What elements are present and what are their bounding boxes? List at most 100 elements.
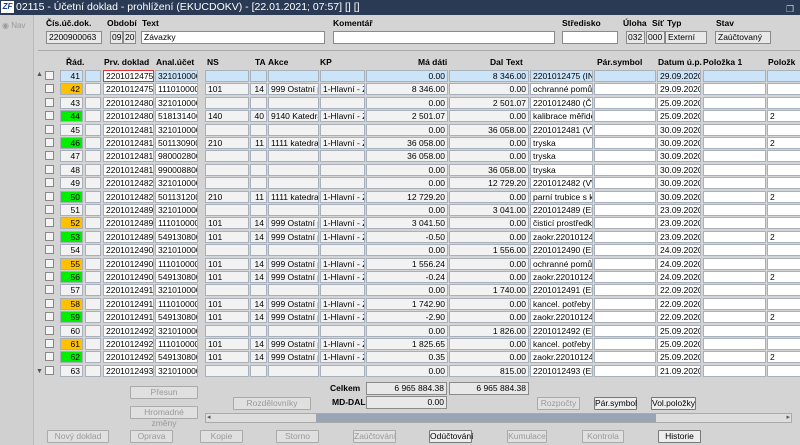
text-field[interactable]: Závazky: [141, 31, 325, 44]
grid-cell[interactable]: 2: [767, 110, 800, 123]
column-header[interactable]: Anal.účet: [156, 57, 194, 67]
grid-cell[interactable]: [594, 96, 656, 109]
grid-cell[interactable]: -2.90: [366, 311, 448, 324]
grid-cell[interactable]: 1-Hlavní - Zá: [320, 297, 365, 310]
grid-cell[interactable]: 49: [60, 177, 83, 190]
row-status-cell[interactable]: [85, 244, 101, 257]
row-checkbox[interactable]: [45, 231, 54, 241]
grid-cell[interactable]: 61: [60, 338, 83, 350]
grid-cell[interactable]: [250, 70, 267, 82]
row-status-cell[interactable]: [85, 70, 101, 82]
row-status-cell[interactable]: [85, 190, 101, 203]
grid-cell[interactable]: 2201012492: [103, 351, 154, 364]
grid-cell[interactable]: 24.09.2020: [657, 257, 701, 270]
grid-cell[interactable]: zaokr.220101249: [530, 271, 593, 283]
grid-cell[interactable]: [205, 204, 249, 216]
grid-cell[interactable]: 815.00: [449, 364, 529, 377]
grid-cell[interactable]: 111010000: [155, 257, 198, 270]
grid-cell[interactable]: [594, 163, 656, 176]
grid-cell[interactable]: 59: [60, 311, 83, 324]
grid-cell[interactable]: [594, 297, 656, 310]
grid-cell[interactable]: [594, 217, 656, 230]
row-status-cell[interactable]: [85, 163, 101, 176]
grid-cell[interactable]: -0.24: [366, 271, 448, 283]
grid-cell[interactable]: 14: [250, 217, 267, 230]
grid-cell[interactable]: 2201012492: [103, 338, 154, 350]
cis-field[interactable]: 2200900063: [46, 31, 102, 44]
grid-cell[interactable]: 2201012489: [103, 230, 154, 243]
scroll-right-icon[interactable]: ▸: [786, 413, 790, 421]
grid-cell[interactable]: 111010000: [155, 217, 198, 230]
grid-cell[interactable]: 22.09.2020: [657, 311, 701, 324]
grid-cell[interactable]: 25.09.2020: [657, 351, 701, 364]
restore-icon[interactable]: ❐: [786, 2, 796, 14]
grid-cell[interactable]: 999 Ostatní pr: [268, 297, 319, 310]
column-header[interactable]: Dal: [490, 57, 503, 67]
grid-cell[interactable]: 999 Ostatní pr: [268, 338, 319, 350]
grid-cell[interactable]: 48: [60, 163, 83, 176]
grid-cell[interactable]: [320, 324, 365, 337]
grid-cell[interactable]: 2201012490: [103, 244, 154, 257]
grid-cell[interactable]: [250, 324, 267, 337]
grid-cell[interactable]: 321010000: [155, 364, 198, 377]
row-checkbox[interactable]: [45, 218, 54, 228]
grid-cell[interactable]: 980002800: [155, 150, 198, 163]
grid-cell[interactable]: 30.09.2020: [657, 137, 701, 149]
grid-cell[interactable]: [320, 70, 365, 82]
grid-cell[interactable]: [320, 364, 365, 377]
grid-cell[interactable]: 54: [60, 244, 83, 257]
grid-cell[interactable]: 2201012493: [103, 364, 154, 377]
grid-cell[interactable]: 0.00: [366, 96, 448, 109]
grid-cell[interactable]: 30.09.2020: [657, 177, 701, 190]
historie-button[interactable]: Historie: [658, 430, 701, 443]
stav-field[interactable]: Zaúčtovaný: [715, 31, 771, 44]
grid-cell[interactable]: 0.00: [449, 150, 529, 163]
grid-cell[interactable]: 1-Hlavní - Zá: [320, 110, 365, 123]
grid-cell[interactable]: [703, 177, 766, 190]
obdobi-year-field[interactable]: 20: [123, 31, 136, 44]
table-row[interactable]: 62 2201012492549130800 10114999 Ostatní pr…: [0, 351, 800, 364]
table-row[interactable]: 56 2201012490549130800 10114999 Ostatní pr…: [0, 271, 800, 284]
grid-cell[interactable]: 1-Hlavní - Zá: [320, 351, 365, 364]
row-checkbox[interactable]: [45, 352, 54, 362]
grid-cell[interactable]: 0.00: [366, 284, 448, 297]
grid-cell[interactable]: 0.00: [366, 204, 448, 216]
grid-cell[interactable]: [703, 271, 766, 283]
obdobi-month-field[interactable]: 09: [110, 31, 123, 44]
grid-cell[interactable]: 25.09.2020: [657, 324, 701, 337]
grid-cell[interactable]: [268, 123, 319, 136]
grid-cell[interactable]: [703, 163, 766, 176]
grid-cell[interactable]: [268, 324, 319, 337]
grid-cell[interactable]: tryska: [530, 163, 593, 176]
grid-cell[interactable]: 0.00: [449, 137, 529, 149]
grid-cell[interactable]: 101: [205, 83, 249, 96]
grid-cell[interactable]: [594, 230, 656, 243]
grid-cell[interactable]: čisticí prostředky-: [530, 217, 593, 230]
table-row[interactable]: 47 2201012481 980002800 36 058.00 0.00 tryska…: [0, 150, 800, 163]
column-header[interactable]: NS: [207, 57, 219, 67]
grid-cell[interactable]: 2: [767, 311, 800, 324]
grid-cell[interactable]: kancel. potřeby -: [530, 297, 593, 310]
grid-cell[interactable]: 36 058.00: [449, 123, 529, 136]
column-header[interactable]: KP: [320, 57, 332, 67]
grid-cell[interactable]: 2201012492: [103, 324, 154, 337]
grid-cell[interactable]: [767, 297, 800, 310]
grid-cell[interactable]: [594, 324, 656, 337]
grid-cell[interactable]: [594, 311, 656, 324]
grid-cell[interactable]: [767, 324, 800, 337]
row-checkbox[interactable]: [45, 245, 54, 255]
grid-cell[interactable]: 2: [767, 230, 800, 243]
scroll-thumb[interactable]: [316, 414, 656, 422]
grid-cell[interactable]: [703, 123, 766, 136]
grid-cell[interactable]: 22.09.2020: [657, 297, 701, 310]
grid-cell[interactable]: [767, 83, 800, 96]
grid-cell[interactable]: 62: [60, 351, 83, 364]
grid-cell[interactable]: [320, 123, 365, 136]
column-header[interactable]: Text: [506, 57, 523, 67]
grid-cell[interactable]: 57: [60, 284, 83, 297]
table-row[interactable]: 60 2201012492 321010000 0.00 1 826.00 2201012…: [0, 324, 800, 338]
grid-cell[interactable]: 14: [250, 230, 267, 243]
grid-cell[interactable]: [703, 284, 766, 297]
grid-cell[interactable]: 321010000: [155, 70, 198, 82]
grid-cell[interactable]: 0.00: [449, 338, 529, 350]
